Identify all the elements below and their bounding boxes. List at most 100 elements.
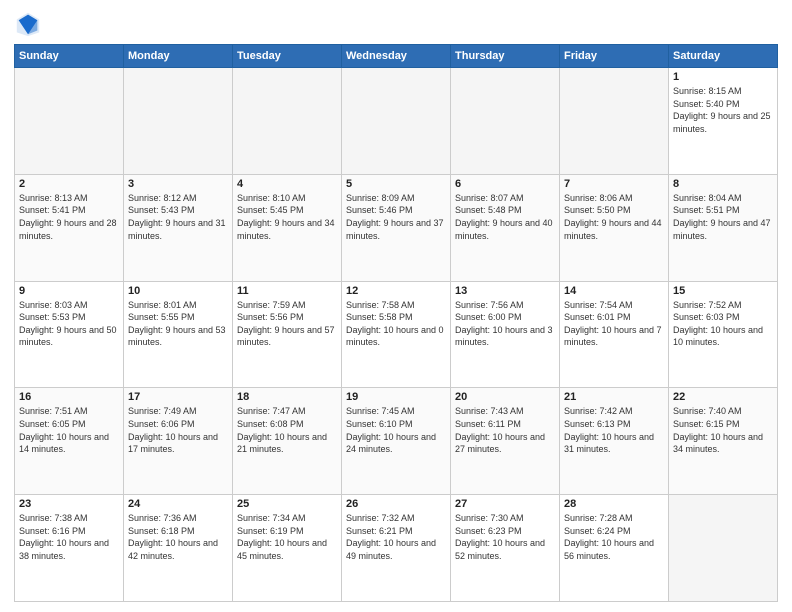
calendar-header: SundayMondayTuesdayWednesdayThursdayFrid… (15, 45, 778, 68)
day-cell: 3 Sunrise: 8:12 AM Sunset: 5:43 PM Daylig… (124, 174, 233, 281)
day-number: 22 (673, 391, 773, 403)
day-cell: 21 Sunrise: 7:42 AM Sunset: 6:13 PM Dayli… (560, 388, 669, 495)
weekday-header-row: SundayMondayTuesdayWednesdayThursdayFrid… (15, 45, 778, 68)
calendar-table: SundayMondayTuesdayWednesdayThursdayFrid… (14, 44, 778, 602)
day-number: 23 (19, 498, 119, 510)
day-info: Sunrise: 8:03 AM Sunset: 5:53 PM Dayligh… (19, 299, 119, 349)
day-cell (233, 68, 342, 175)
day-cell: 27Sunrise: 7:30 AM Sunset: 6:23 PM Dayli… (451, 495, 560, 602)
day-number: 10 (128, 285, 228, 297)
day-cell: 6 Sunrise: 8:07 AM Sunset: 5:48 PM Daylig… (451, 174, 560, 281)
day-number: 9 (19, 285, 119, 297)
day-number: 8 (673, 178, 773, 190)
day-cell: 16 Sunrise: 7:51 AM Sunset: 6:05 PM Dayli… (15, 388, 124, 495)
day-cell: 14Sunrise: 7:54 AM Sunset: 6:01 PM Dayli… (560, 281, 669, 388)
week-row-1: 1 Sunrise: 8:15 AM Sunset: 5:40 PM Daylig… (15, 68, 778, 175)
day-number: 3 (128, 178, 228, 190)
day-number: 17 (128, 391, 228, 403)
day-info: Sunrise: 7:45 AM Sunset: 6:10 PM Dayligh… (346, 405, 446, 455)
weekday-friday: Friday (560, 45, 669, 68)
day-info: Sunrise: 7:47 AM Sunset: 6:08 PM Dayligh… (237, 405, 337, 455)
day-cell: 7 Sunrise: 8:06 AM Sunset: 5:50 PM Daylig… (560, 174, 669, 281)
week-row-4: 16 Sunrise: 7:51 AM Sunset: 6:05 PM Dayli… (15, 388, 778, 495)
logo (14, 10, 44, 38)
weekday-monday: Monday (124, 45, 233, 68)
day-info: Sunrise: 7:32 AM Sunset: 6:21 PM Dayligh… (346, 512, 446, 562)
day-number: 5 (346, 178, 446, 190)
day-info: Sunrise: 7:54 AM Sunset: 6:01 PM Dayligh… (564, 299, 664, 349)
day-cell: 26 Sunrise: 7:32 AM Sunset: 6:21 PM Dayli… (342, 495, 451, 602)
day-cell (342, 68, 451, 175)
day-cell: 25Sunrise: 7:34 AM Sunset: 6:19 PM Dayli… (233, 495, 342, 602)
weekday-sunday: Sunday (15, 45, 124, 68)
day-info: Sunrise: 7:51 AM Sunset: 6:05 PM Dayligh… (19, 405, 119, 455)
weekday-thursday: Thursday (451, 45, 560, 68)
day-info: Sunrise: 7:58 AM Sunset: 5:58 PM Dayligh… (346, 299, 446, 349)
day-number: 26 (346, 498, 446, 510)
day-number: 7 (564, 178, 664, 190)
day-cell: 15 Sunrise: 7:52 AM Sunset: 6:03 PM Dayli… (669, 281, 778, 388)
day-info: Sunrise: 8:12 AM Sunset: 5:43 PM Dayligh… (128, 192, 228, 242)
day-cell: 24 Sunrise: 7:36 AM Sunset: 6:18 PM Dayli… (124, 495, 233, 602)
day-number: 21 (564, 391, 664, 403)
day-cell: 5 Sunrise: 8:09 AM Sunset: 5:46 PM Daylig… (342, 174, 451, 281)
day-info: Sunrise: 7:38 AM Sunset: 6:16 PM Dayligh… (19, 512, 119, 562)
day-number: 20 (455, 391, 555, 403)
day-cell: 12Sunrise: 7:58 AM Sunset: 5:58 PM Dayli… (342, 281, 451, 388)
day-number: 4 (237, 178, 337, 190)
weekday-tuesday: Tuesday (233, 45, 342, 68)
header (14, 10, 778, 38)
day-number: 28 (564, 498, 664, 510)
day-cell (451, 68, 560, 175)
day-info: Sunrise: 8:15 AM Sunset: 5:40 PM Dayligh… (673, 85, 773, 135)
weekday-wednesday: Wednesday (342, 45, 451, 68)
day-cell: 18 Sunrise: 7:47 AM Sunset: 6:08 PM Dayli… (233, 388, 342, 495)
day-info: Sunrise: 8:09 AM Sunset: 5:46 PM Dayligh… (346, 192, 446, 242)
day-cell: 17 Sunrise: 7:49 AM Sunset: 6:06 PM Dayli… (124, 388, 233, 495)
day-cell: 4Sunrise: 8:10 AM Sunset: 5:45 PM Daylig… (233, 174, 342, 281)
day-info: Sunrise: 7:56 AM Sunset: 6:00 PM Dayligh… (455, 299, 555, 349)
day-cell (669, 495, 778, 602)
day-cell (560, 68, 669, 175)
day-info: Sunrise: 7:49 AM Sunset: 6:06 PM Dayligh… (128, 405, 228, 455)
day-number: 1 (673, 71, 773, 83)
week-row-2: 2 Sunrise: 8:13 AM Sunset: 5:41 PM Daylig… (15, 174, 778, 281)
week-row-3: 9 Sunrise: 8:03 AM Sunset: 5:53 PM Daylig… (15, 281, 778, 388)
day-number: 25 (237, 498, 337, 510)
day-cell: 9 Sunrise: 8:03 AM Sunset: 5:53 PM Daylig… (15, 281, 124, 388)
day-info: Sunrise: 8:04 AM Sunset: 5:51 PM Dayligh… (673, 192, 773, 242)
day-info: Sunrise: 7:52 AM Sunset: 6:03 PM Dayligh… (673, 299, 773, 349)
day-number: 11 (237, 285, 337, 297)
day-number: 6 (455, 178, 555, 190)
day-info: Sunrise: 7:40 AM Sunset: 6:15 PM Dayligh… (673, 405, 773, 455)
weekday-saturday: Saturday (669, 45, 778, 68)
day-number: 16 (19, 391, 119, 403)
day-cell: 20 Sunrise: 7:43 AM Sunset: 6:11 PM Dayli… (451, 388, 560, 495)
day-cell: 22 Sunrise: 7:40 AM Sunset: 6:15 PM Dayli… (669, 388, 778, 495)
day-cell (15, 68, 124, 175)
day-info: Sunrise: 8:13 AM Sunset: 5:41 PM Dayligh… (19, 192, 119, 242)
day-info: Sunrise: 7:30 AM Sunset: 6:23 PM Dayligh… (455, 512, 555, 562)
day-number: 15 (673, 285, 773, 297)
day-cell: 13 Sunrise: 7:56 AM Sunset: 6:00 PM Dayli… (451, 281, 560, 388)
page: SundayMondayTuesdayWednesdayThursdayFrid… (0, 0, 792, 612)
day-cell: 28Sunrise: 7:28 AM Sunset: 6:24 PM Dayli… (560, 495, 669, 602)
day-info: Sunrise: 8:07 AM Sunset: 5:48 PM Dayligh… (455, 192, 555, 242)
week-row-5: 23 Sunrise: 7:38 AM Sunset: 6:16 PM Dayli… (15, 495, 778, 602)
day-cell (124, 68, 233, 175)
day-info: Sunrise: 7:43 AM Sunset: 6:11 PM Dayligh… (455, 405, 555, 455)
day-number: 18 (237, 391, 337, 403)
day-cell: 23 Sunrise: 7:38 AM Sunset: 6:16 PM Dayli… (15, 495, 124, 602)
day-number: 2 (19, 178, 119, 190)
day-cell: 10Sunrise: 8:01 AM Sunset: 5:55 PM Dayli… (124, 281, 233, 388)
day-info: Sunrise: 8:06 AM Sunset: 5:50 PM Dayligh… (564, 192, 664, 242)
day-info: Sunrise: 7:42 AM Sunset: 6:13 PM Dayligh… (564, 405, 664, 455)
day-info: Sunrise: 7:59 AM Sunset: 5:56 PM Dayligh… (237, 299, 337, 349)
day-info: Sunrise: 7:36 AM Sunset: 6:18 PM Dayligh… (128, 512, 228, 562)
day-number: 24 (128, 498, 228, 510)
day-number: 13 (455, 285, 555, 297)
logo-icon (14, 10, 42, 38)
day-cell: 11 Sunrise: 7:59 AM Sunset: 5:56 PM Dayli… (233, 281, 342, 388)
day-number: 19 (346, 391, 446, 403)
day-cell: 1 Sunrise: 8:15 AM Sunset: 5:40 PM Daylig… (669, 68, 778, 175)
